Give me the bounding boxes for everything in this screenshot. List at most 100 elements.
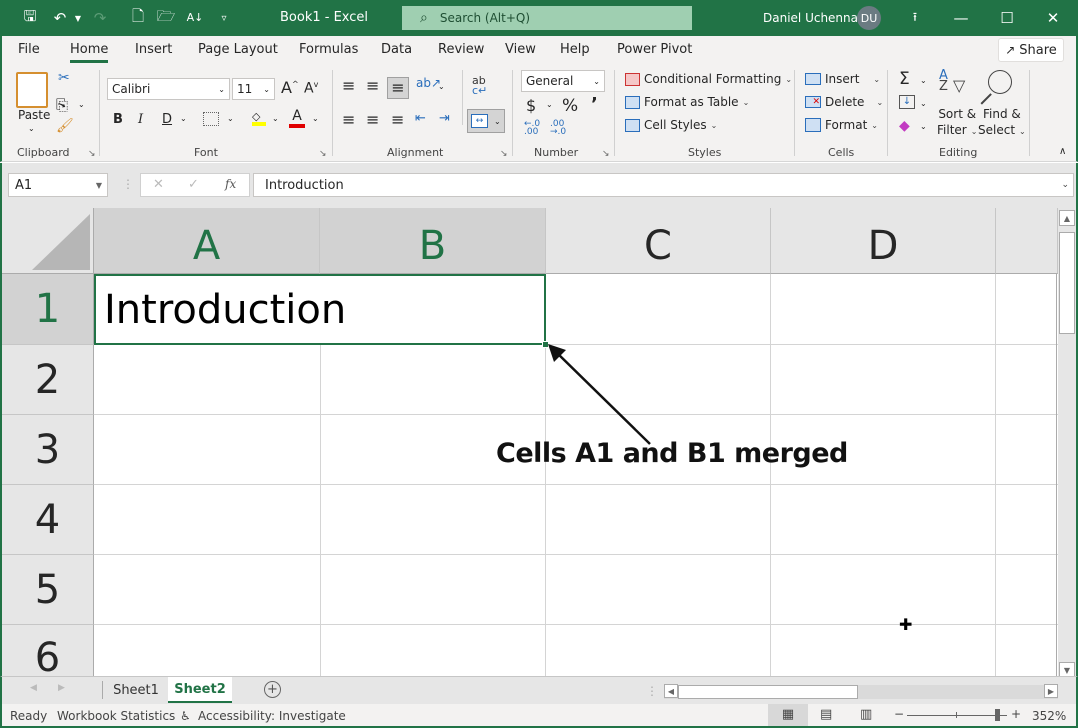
clipboard-launcher-icon[interactable]: ↘ bbox=[88, 149, 96, 159]
tab-home[interactable]: Home bbox=[70, 42, 109, 63]
normal-view-icon[interactable]: ▦ bbox=[768, 704, 808, 726]
autosum-dropdown-icon[interactable]: ⌄ bbox=[920, 76, 927, 85]
scroll-up-icon[interactable]: ▲ bbox=[1059, 210, 1075, 226]
share-button[interactable]: ↗ Share bbox=[998, 38, 1064, 62]
find-magnifier-icon[interactable] bbox=[988, 70, 1012, 94]
number-launcher-icon[interactable]: ↘ bbox=[602, 149, 610, 159]
font-family-select[interactable]: Calibri ⌄ bbox=[107, 78, 230, 100]
avatar[interactable]: DU bbox=[857, 6, 881, 30]
bold-button[interactable]: B bbox=[113, 112, 123, 127]
tab-page-layout[interactable]: Page Layout bbox=[198, 42, 278, 57]
copy-dropdown-icon[interactable]: ⌄ bbox=[78, 100, 85, 109]
format-as-table-button[interactable]: Format as Table ⌄ bbox=[625, 95, 749, 109]
underline-dropdown-icon[interactable]: ⌄ bbox=[180, 114, 187, 123]
maximize-icon[interactable]: ☐ bbox=[984, 0, 1030, 36]
alignment-launcher-icon[interactable]: ↘ bbox=[500, 149, 508, 159]
paste-button[interactable]: Paste bbox=[18, 108, 50, 122]
collapse-ribbon-icon[interactable]: ∧ bbox=[1059, 146, 1066, 157]
tab-help[interactable]: Help bbox=[560, 42, 590, 57]
column-header-b[interactable]: B bbox=[320, 208, 546, 274]
tab-review[interactable]: Review bbox=[438, 42, 484, 57]
borders-icon[interactable] bbox=[203, 112, 219, 126]
user-name[interactable]: Daniel Uchenna bbox=[763, 11, 858, 25]
tab-file[interactable]: File bbox=[18, 42, 40, 57]
format-painter-icon[interactable]: 🖌 bbox=[56, 118, 74, 134]
zoom-slider[interactable] bbox=[907, 715, 1007, 716]
align-middle-icon[interactable]: ≡ bbox=[366, 76, 379, 95]
tab-insert[interactable]: Insert bbox=[135, 42, 172, 57]
comma-style-button[interactable]: ’ bbox=[591, 94, 598, 115]
orientation-dropdown-icon[interactable]: ⌄ bbox=[438, 82, 445, 91]
workbook-statistics-button[interactable]: Workbook Statistics bbox=[57, 709, 175, 723]
zoom-out-icon[interactable]: − bbox=[894, 707, 904, 721]
row-header-4[interactable]: 4 bbox=[2, 485, 94, 555]
sort-filter-button[interactable]: Sort & Filter ⌄ bbox=[937, 106, 977, 140]
copy-icon[interactable]: ⎘ bbox=[56, 96, 68, 114]
sheet-tab-sheet1[interactable]: Sheet1 bbox=[104, 677, 168, 703]
fill-dropdown-icon[interactable]: ⌄ bbox=[920, 99, 927, 108]
autosum-icon[interactable]: Σ bbox=[899, 69, 910, 89]
find-select-button[interactable]: Find & Select ⌄ bbox=[978, 106, 1026, 140]
tab-view[interactable]: View bbox=[505, 42, 536, 57]
row-header-1[interactable]: 1 bbox=[2, 274, 94, 345]
decrease-font-size-icon[interactable]: Av bbox=[304, 80, 318, 97]
clear-icon[interactable]: ◆ bbox=[899, 118, 910, 134]
minimize-icon[interactable]: — bbox=[938, 0, 984, 36]
font-size-select[interactable]: 11 ⌄ bbox=[232, 78, 275, 100]
horizontal-scroll-thumb[interactable] bbox=[678, 685, 858, 699]
column-header-e[interactable] bbox=[996, 208, 1058, 274]
increase-decimal-icon[interactable]: ←.0.00 bbox=[524, 120, 540, 137]
insert-function-icon[interactable]: fx bbox=[225, 177, 236, 191]
row-header-2[interactable]: 2 bbox=[2, 345, 94, 415]
font-color-dropdown-icon[interactable]: ⌄ bbox=[312, 114, 319, 123]
open-folder-icon[interactable]: 🗁 bbox=[156, 7, 176, 28]
accessibility-button[interactable]: Accessibility: Investigate bbox=[198, 709, 346, 723]
fill-color-icon[interactable]: ◇ bbox=[252, 110, 266, 126]
formula-input[interactable]: Introduction ⌄ bbox=[253, 173, 1074, 197]
customize-quick-access-icon[interactable]: ▿ bbox=[214, 8, 234, 28]
delete-cells-button[interactable]: ✕ Delete ⌄ bbox=[805, 95, 883, 109]
font-color-icon[interactable]: A bbox=[289, 108, 305, 128]
search-box[interactable]: ⌕ Search (Alt+Q) bbox=[402, 6, 692, 30]
cell-styles-button[interactable]: Cell Styles ⌄ bbox=[625, 118, 717, 132]
row-header-3[interactable]: 3 bbox=[2, 415, 94, 485]
italic-button[interactable]: I bbox=[138, 112, 143, 127]
merge-dropdown-icon[interactable]: ⌄ bbox=[494, 117, 501, 126]
wrap-text-icon[interactable]: ab c↵ bbox=[472, 75, 487, 96]
font-launcher-icon[interactable]: ↘ bbox=[319, 149, 327, 159]
insert-cells-button[interactable]: Insert ⌄ bbox=[805, 72, 880, 86]
row-header-6[interactable]: 6 bbox=[2, 625, 94, 676]
scroll-down-icon[interactable]: ▼ bbox=[1059, 662, 1075, 676]
undo-icon[interactable]: ↶ bbox=[50, 8, 70, 28]
name-box-dropdown-icon[interactable]: ▼ bbox=[96, 181, 102, 190]
add-sheet-icon[interactable]: + bbox=[264, 681, 281, 698]
paste-dropdown-icon[interactable]: ⌄ bbox=[28, 124, 35, 133]
next-sheet-icon[interactable]: ▶ bbox=[58, 683, 65, 693]
align-left-icon[interactable]: ≡ bbox=[342, 110, 355, 129]
tab-splitter-icon[interactable]: ⋮ bbox=[646, 684, 658, 698]
undo-dropdown-icon[interactable]: ▼ bbox=[68, 8, 88, 28]
prev-sheet-icon[interactable]: ◀ bbox=[30, 683, 37, 693]
horizontal-scrollbar[interactable]: ◀ ▶ bbox=[664, 684, 1058, 699]
column-header-a[interactable]: A bbox=[94, 208, 320, 274]
decrease-decimal-icon[interactable]: .00 →.0 bbox=[550, 120, 566, 137]
align-top-icon[interactable]: ≡ bbox=[342, 76, 355, 95]
column-header-c[interactable]: C bbox=[546, 208, 771, 274]
formula-bar-grip-icon[interactable]: ⋮ bbox=[122, 177, 134, 191]
borders-dropdown-icon[interactable]: ⌄ bbox=[227, 114, 234, 123]
sort-az-icon[interactable]: A↓ bbox=[185, 8, 205, 28]
name-box[interactable]: A1 ▼ bbox=[8, 173, 108, 197]
format-cells-button[interactable]: Format ⌄ bbox=[805, 118, 878, 132]
sheet-tab-sheet2[interactable]: Sheet2 bbox=[168, 677, 232, 703]
align-right-icon[interactable]: ≡ bbox=[391, 110, 404, 129]
align-bottom-icon[interactable]: ≡ bbox=[387, 77, 409, 99]
currency-dropdown-icon[interactable]: ⌄ bbox=[546, 100, 553, 109]
tab-data[interactable]: Data bbox=[381, 42, 412, 57]
vertical-scroll-thumb[interactable] bbox=[1059, 232, 1075, 334]
fill-icon[interactable]: ↓ bbox=[899, 95, 915, 109]
zoom-level[interactable]: 352% bbox=[1032, 709, 1066, 723]
page-layout-view-icon[interactable]: ▤ bbox=[820, 707, 832, 722]
tab-formulas[interactable]: Formulas bbox=[299, 42, 358, 57]
new-file-icon[interactable]: 🗋 bbox=[128, 7, 148, 28]
row-header-5[interactable]: 5 bbox=[2, 555, 94, 625]
